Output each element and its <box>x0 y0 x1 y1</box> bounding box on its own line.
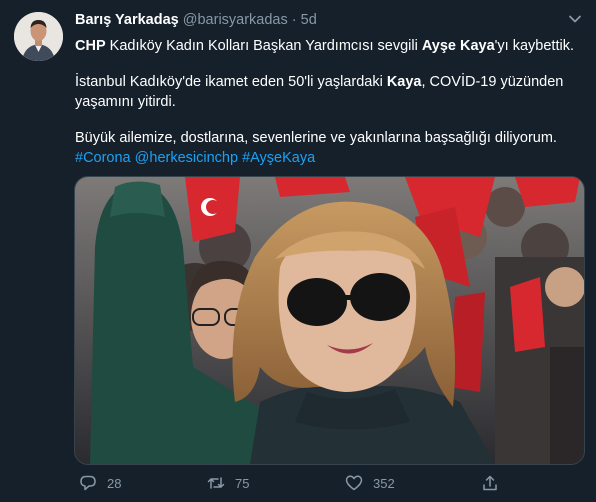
tweet-paragraph-1: CHP Kadıköy Kadın Kolları Başkan Yardımc… <box>75 36 585 56</box>
hashtag-aysekaya[interactable]: #AyşeKaya <box>242 150 315 166</box>
chevron-down-icon[interactable] <box>566 10 584 28</box>
separator-dot: · <box>291 12 297 28</box>
bold-text: CHP <box>75 38 106 54</box>
avatar[interactable] <box>14 12 63 61</box>
tweet-photo[interactable] <box>74 176 585 465</box>
tweet-timestamp[interactable]: 5d <box>301 12 317 28</box>
like-count: 352 <box>373 475 395 491</box>
retweet-icon <box>207 477 225 489</box>
hashtag-corona[interactable]: #Corona <box>75 150 131 166</box>
retweet-count: 75 <box>235 475 250 491</box>
tweet-text: CHP Kadıköy Kadın Kolları Başkan Yardımc… <box>75 36 585 168</box>
tweet-paragraph-3: Büyük ailemize, dostlarına, sevenlerine … <box>75 130 557 146</box>
author-handle[interactable]: @barisyarkadas <box>183 12 288 28</box>
reply-count: 28 <box>107 475 122 491</box>
share-icon <box>483 475 497 491</box>
bold-text: Ayşe Kaya <box>421 38 495 54</box>
author-name[interactable]: Barış Yarkadaş <box>75 12 179 28</box>
text: 'yı kaybettik. <box>494 38 574 54</box>
share-button[interactable] <box>481 474 509 492</box>
like-button[interactable]: 352 <box>345 474 395 492</box>
tweet-paragraph-2: İstanbul Kadıköy'de ikamet eden 50'li ya… <box>75 72 585 112</box>
hashtag-line: #Corona @herkesicinchp #AyşeKaya <box>75 148 585 168</box>
photo-woman-waving <box>75 177 584 464</box>
tweet-actions: 28 75 352 <box>75 474 585 494</box>
tweet[interactable]: Barış Yarkadaş @barisyarkadas · 5d CHP K… <box>0 0 596 502</box>
tweet-header: Barış Yarkadaş @barisyarkadas · 5d <box>75 12 317 28</box>
retweet-button[interactable]: 75 <box>207 474 249 492</box>
reply-button[interactable]: 28 <box>79 474 121 492</box>
reply-icon <box>80 475 96 491</box>
bold-text: Kaya <box>386 74 422 90</box>
avatar-photo <box>14 12 63 61</box>
text: Kadıköy Kadın Kolları Başkan Yardımcısı … <box>105 38 422 54</box>
mention-herkesicinchp[interactable]: @herkesicinchp <box>135 150 238 166</box>
heart-icon <box>345 475 363 491</box>
text: İstanbul Kadıköy'de ikamet eden 50'li ya… <box>75 74 387 90</box>
